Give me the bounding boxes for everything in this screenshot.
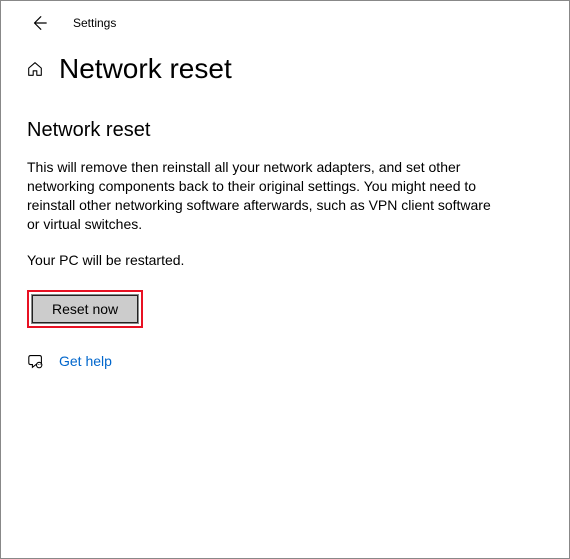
reset-now-button[interactable]: Reset now bbox=[31, 294, 139, 324]
reset-button-highlight: Reset now bbox=[27, 290, 143, 328]
content-area: Network reset This will remove then rein… bbox=[1, 93, 569, 370]
page-title: Network reset bbox=[59, 53, 232, 85]
home-icon bbox=[25, 59, 45, 79]
window-header: Settings bbox=[1, 1, 569, 41]
section-description: This will remove then reinstall all your… bbox=[27, 158, 507, 234]
get-help-icon bbox=[27, 352, 45, 370]
arrow-left-icon bbox=[30, 14, 48, 32]
back-button[interactable] bbox=[29, 13, 49, 33]
restart-notice: Your PC will be restarted. bbox=[27, 252, 543, 268]
page-title-row: Network reset bbox=[1, 41, 569, 93]
window-title: Settings bbox=[73, 16, 116, 30]
help-row: Get help bbox=[27, 350, 543, 370]
section-heading: Network reset bbox=[27, 119, 543, 142]
get-help-link[interactable]: Get help bbox=[59, 353, 112, 369]
